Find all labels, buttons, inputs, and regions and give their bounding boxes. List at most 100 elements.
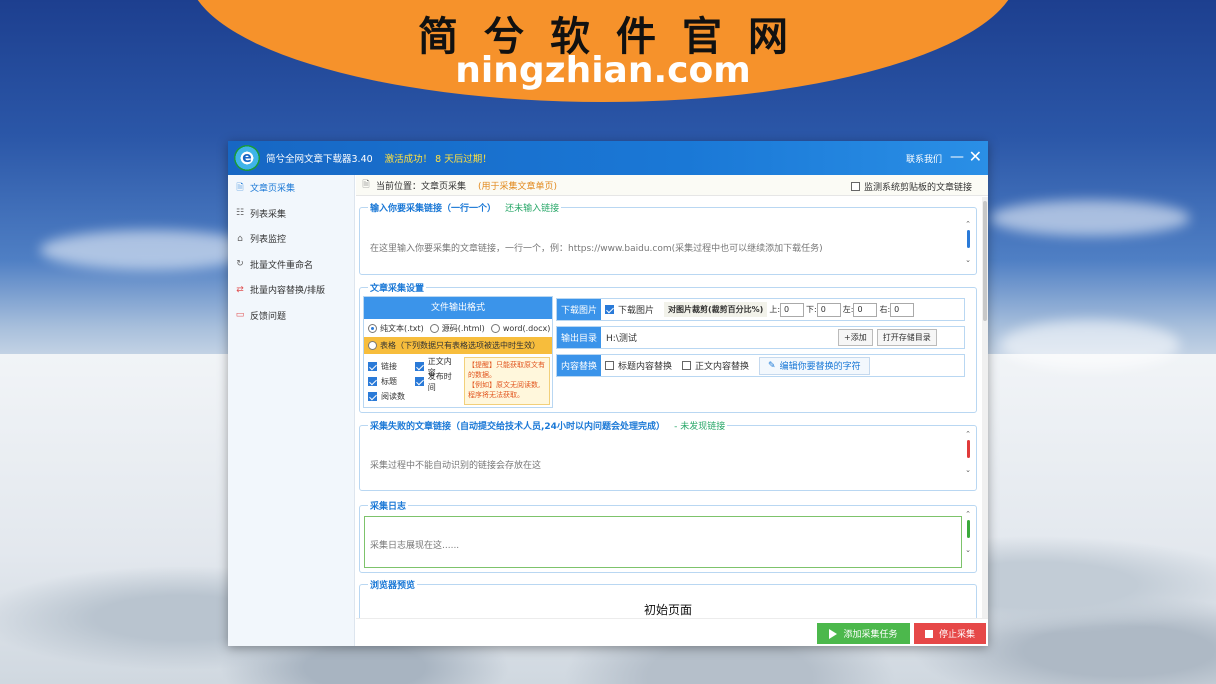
log-scrollbar[interactable]: ⌃ ⌄ bbox=[964, 510, 972, 554]
app-logo-icon: e bbox=[234, 145, 260, 171]
open-dir-button[interactable]: 打开存储目录 bbox=[876, 329, 937, 346]
location-bar: 🗎 当前位置： 文章页采集 (用于采集文章单页) 监测系统剪贴板的文章链接 bbox=[356, 175, 988, 196]
scroll-up-icon[interactable]: ⌃ bbox=[964, 220, 972, 228]
field-read-count[interactable]: 阅读数 bbox=[368, 389, 412, 404]
scroll-down-icon[interactable]: ⌄ bbox=[964, 466, 972, 474]
scroll-up-icon[interactable]: ⌃ bbox=[964, 430, 972, 438]
edit-replace-label: 编辑你要替换的字符 bbox=[779, 362, 861, 372]
crop-top-input[interactable]: 0 bbox=[780, 302, 805, 317]
crop-left-stepper[interactable]: 左: 0 bbox=[843, 302, 878, 317]
sidebar-item-batch-replace[interactable]: ⇄ 批量内容替换/排版 bbox=[228, 277, 354, 303]
settings-group: 文章采集设置 文件输出格式 纯文本(.txt) 源码(.html) word(.… bbox=[359, 281, 977, 413]
format-table-option[interactable]: 表格（下列数据只有表格选项被选中时生效） bbox=[364, 337, 552, 354]
stop-button[interactable]: 停止采集 bbox=[914, 623, 986, 644]
crop-bottom-stepper[interactable]: 下: 0 bbox=[806, 302, 841, 317]
content-replace-label: 内容替换 bbox=[557, 355, 601, 376]
scrollbar-thumb[interactable] bbox=[966, 440, 970, 458]
cloud bbox=[1000, 320, 1180, 370]
scrollbar-thumb[interactable] bbox=[966, 520, 970, 538]
table-fields: 链接 正文内容 标题 发布时间 阅读数 bbox=[368, 357, 464, 404]
failed-status: - 未发现链接 bbox=[674, 422, 726, 432]
crop-right-input[interactable]: 0 bbox=[890, 302, 915, 317]
scrollbar-thumb[interactable] bbox=[966, 230, 970, 248]
download-images-checkbox-label: 下载图片 bbox=[618, 306, 655, 316]
links-group: 输入你要采集链接（一行一个） 还未输入链接 在这里输入你要采集的文章链接，一行一… bbox=[359, 201, 977, 275]
crop-label: 对图片裁剪(裁剪百分比%) bbox=[664, 302, 768, 317]
preview-legend: 浏览器预览 bbox=[368, 578, 418, 591]
field-label: 标题 bbox=[381, 377, 397, 386]
format-table-radio[interactable] bbox=[368, 341, 377, 350]
body-replace-checkbox[interactable] bbox=[682, 361, 692, 370]
field-publish-time-checkbox[interactable] bbox=[414, 377, 424, 386]
sidebar-item-list-collect[interactable]: ☷ 列表采集 bbox=[228, 201, 354, 227]
field-label: 发布时间 bbox=[427, 371, 452, 392]
field-read-count-checkbox[interactable] bbox=[368, 392, 377, 401]
links-legend: 输入你要采集链接（一行一个） 还未输入链接 bbox=[368, 201, 562, 214]
scrollbar-thumb[interactable] bbox=[983, 201, 987, 321]
links-scrollbar[interactable]: ⌃ ⌄ bbox=[964, 220, 972, 264]
log-group: 采集日志 采集日志展现在这...... ⌃ ⌄ bbox=[359, 499, 977, 573]
main-panel: 🗎 当前位置： 文章页采集 (用于采集文章单页) 监测系统剪贴板的文章链接 输入… bbox=[356, 175, 988, 646]
sidebar-item-label: 列表监控 bbox=[250, 235, 287, 246]
links-input[interactable]: 在这里输入你要采集的文章链接，一行一个，例：https://www.baidu.… bbox=[370, 241, 956, 257]
clipboard-monitor-toggle[interactable]: 监测系统剪贴板的文章链接 bbox=[850, 180, 972, 193]
sidebar-item-list-monitor[interactable]: ⌂ 列表监控 bbox=[228, 226, 354, 252]
download-images-toggle[interactable]: 下载图片 bbox=[605, 303, 654, 316]
crop-bottom-input[interactable]: 0 bbox=[816, 302, 841, 317]
rename-icon: ↻ bbox=[236, 259, 244, 270]
location-page: 文章页采集 bbox=[421, 181, 467, 192]
contact-link[interactable]: 联系我们 bbox=[906, 152, 942, 165]
format-docx-label: word(.docx) bbox=[502, 323, 551, 333]
crop-side-label: 上: bbox=[769, 305, 781, 314]
crop-top-stepper[interactable]: 上: 0 bbox=[769, 302, 805, 317]
minimize-icon[interactable]: — bbox=[950, 149, 964, 165]
sidebar-item-batch-rename[interactable]: ↻ 批量文件重命名 bbox=[228, 252, 354, 278]
format-html-radio[interactable] bbox=[429, 323, 439, 333]
format-docx-radio[interactable] bbox=[490, 323, 500, 333]
links-legend-title: 输入你要采集链接（一行一个） bbox=[370, 204, 497, 214]
scroll-down-icon[interactable]: ⌄ bbox=[964, 256, 972, 264]
field-title[interactable]: 标题 bbox=[368, 374, 412, 389]
edit-icon: ✎ bbox=[768, 360, 776, 371]
output-dir-input[interactable]: H:\测试 bbox=[604, 329, 834, 346]
failed-legend: 采集失败的文章链接（自动提交给技术人员,24小时以内问题会处理完成） - 未发现… bbox=[368, 419, 728, 432]
add-task-button[interactable]: 添加采集任务 bbox=[817, 623, 910, 644]
download-images-checkbox[interactable] bbox=[605, 305, 614, 314]
field-title-checkbox[interactable] bbox=[368, 377, 377, 386]
scroll-down-icon[interactable]: ⌄ bbox=[964, 546, 972, 554]
crop-left-input[interactable]: 0 bbox=[853, 302, 878, 317]
crop-side-label: 下: bbox=[806, 305, 817, 314]
edit-replace-button[interactable]: ✎ 编辑你要替换的字符 bbox=[759, 356, 870, 375]
stop-icon bbox=[924, 629, 933, 638]
format-txt-radio[interactable] bbox=[368, 323, 377, 333]
field-link[interactable]: 链接 bbox=[368, 359, 412, 374]
scroll-up-icon[interactable]: ⌃ bbox=[964, 510, 972, 518]
sidebar-item-article-page[interactable]: 🗎 文章页采集 bbox=[228, 175, 354, 201]
feedback-icon: ▭ bbox=[235, 310, 245, 321]
failed-scrollbar[interactable]: ⌃ ⌄ bbox=[964, 430, 972, 474]
add-dir-button[interactable]: +添加 bbox=[838, 329, 873, 346]
location-note: (用于采集文章单页) bbox=[478, 181, 558, 192]
sidebar-item-feedback[interactable]: ▭ 反馈问题 bbox=[228, 303, 354, 329]
format-txt-label: 纯文本(.txt) bbox=[380, 323, 424, 333]
title-replace-toggle[interactable]: 标题内容替换 bbox=[605, 359, 672, 372]
clipboard-monitor-checkbox[interactable] bbox=[850, 182, 860, 191]
format-panel: 文件输出格式 纯文本(.txt) 源码(.html) word(.docx) 表… bbox=[363, 296, 553, 408]
failed-links-group: 采集失败的文章链接（自动提交给技术人员,24小时以内问题会处理完成） - 未发现… bbox=[359, 419, 977, 491]
title-bar[interactable]: e 简兮全网文章下载器3.40 激活成功！ 8 天后过期！ 联系我们 — ✕ bbox=[228, 141, 988, 175]
field-publish-time[interactable]: 发布时间 bbox=[414, 372, 459, 392]
main-scrollbar[interactable] bbox=[982, 197, 988, 618]
title-replace-label: 标题内容替换 bbox=[618, 362, 673, 372]
title-replace-checkbox[interactable] bbox=[605, 361, 614, 370]
body-replace-toggle[interactable]: 正文内容替换 bbox=[682, 359, 749, 372]
document-icon: 🗎 bbox=[236, 182, 244, 193]
close-icon[interactable]: ✕ bbox=[969, 147, 982, 166]
sidebar: 🗎 文章页采集 ☷ 列表采集 ⌂ 列表监控 ↻ 批量文件重命名 ⇄ 批量内容替换… bbox=[228, 175, 355, 646]
field-link-checkbox[interactable] bbox=[368, 362, 377, 371]
failed-links-area[interactable]: 采集过程中不能自动识别的链接会存放在这 bbox=[370, 458, 541, 471]
sidebar-item-label: 批量内容替换/排版 bbox=[250, 286, 326, 297]
sidebar-item-label: 反馈问题 bbox=[250, 311, 287, 322]
crop-right-stepper[interactable]: 右: 0 bbox=[879, 302, 915, 317]
field-body-checkbox[interactable] bbox=[414, 362, 424, 371]
activation-status: 激活成功！ 8 天后过期！ bbox=[384, 154, 492, 165]
